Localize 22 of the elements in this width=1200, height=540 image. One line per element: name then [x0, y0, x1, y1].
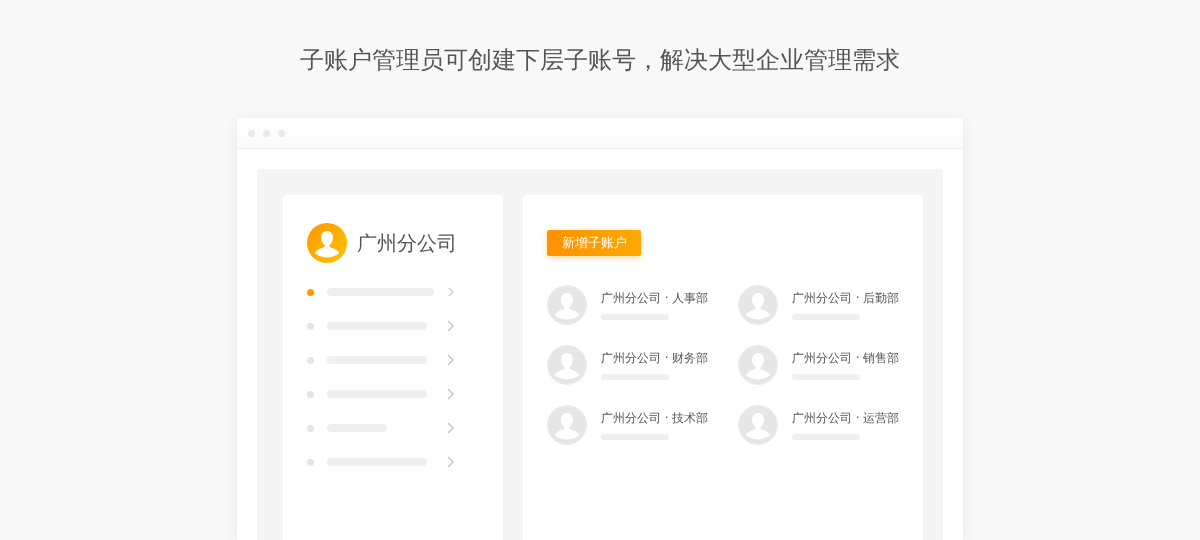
avatar-icon	[547, 285, 587, 325]
headline: 子账户管理员可创建下层子账号，解决大型企业管理需求	[299, 45, 901, 75]
avatar-icon	[738, 405, 778, 445]
chevron-right-icon[interactable]	[447, 354, 455, 366]
chevron-right-icon[interactable]	[447, 422, 455, 434]
avatar-icon	[547, 405, 587, 445]
account-name: 广州分公司 · 后勤部	[792, 290, 900, 307]
account-name: 广州分公司 · 运营部	[792, 410, 900, 427]
chevron-right-icon[interactable]	[447, 456, 455, 468]
avatar-icon	[738, 285, 778, 325]
avatar-icon	[738, 345, 778, 385]
chevron-right-icon[interactable]	[447, 320, 455, 332]
company-name: 广州分公司	[357, 229, 457, 257]
avatar-icon	[307, 223, 347, 263]
avatar-icon	[547, 345, 587, 385]
account-name: 广州分公司 · 人事部	[601, 290, 709, 307]
account-name: 广州分公司 · 销售部	[792, 350, 900, 367]
account-name: 广州分公司 · 技术部	[601, 410, 709, 427]
add-account-button[interactable]: 新增子账户	[547, 230, 641, 256]
chevron-right-icon[interactable]	[448, 286, 455, 298]
account-name: 广州分公司 · 财务部	[601, 350, 709, 367]
chevron-right-icon[interactable]	[447, 388, 455, 400]
